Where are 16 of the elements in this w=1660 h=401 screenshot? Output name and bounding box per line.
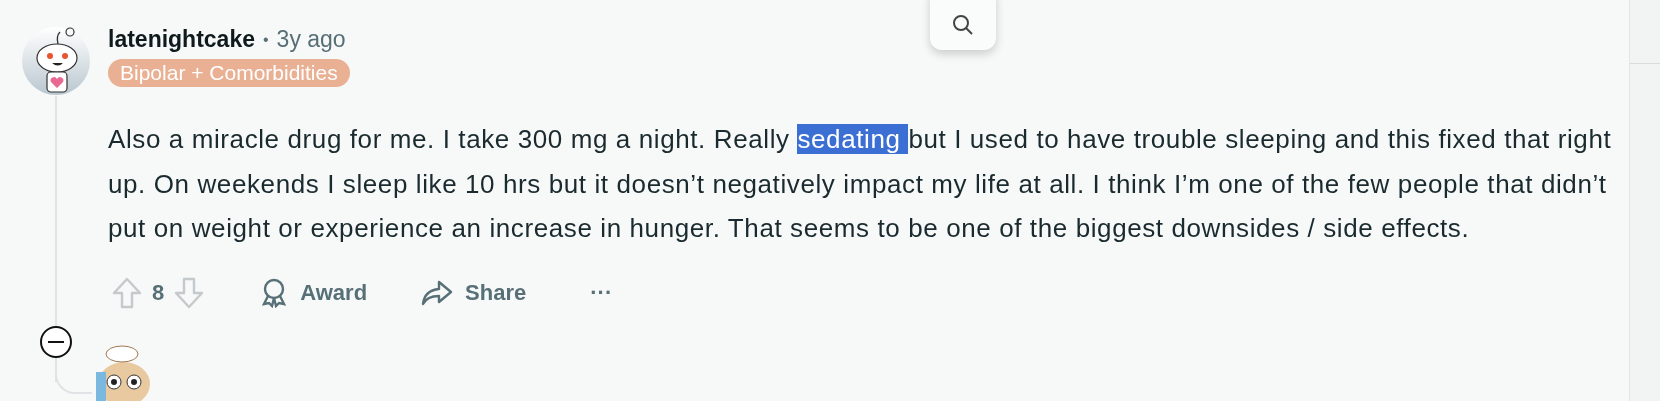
award-button[interactable]: Award	[248, 277, 380, 308]
timestamp: 3y ago	[276, 26, 346, 53]
share-button[interactable]: Share	[409, 279, 539, 306]
search-icon	[952, 13, 974, 36]
search-button[interactable]	[930, 0, 996, 50]
ribbon-icon	[260, 277, 289, 308]
username[interactable]: latenightcake	[108, 26, 255, 53]
vote-count: 8	[152, 279, 165, 306]
minus-icon	[48, 340, 64, 344]
comment-text: Also a miracle drug for me. I take 300 mg a night. Really sedating but I used to have trouble sleeping and this fixed that right up. On weekends I sleep like 10 hrs but it doesn’t negatively impact my life at all. I think I’m one of the few people that didn’t put on weight or experience an increase in hunger. That seems to be one of the biggest downsides / side effects.	[108, 123, 1613, 245]
user-flair: Bipolar + Comorbidities	[108, 59, 350, 87]
separator-dot: •	[263, 30, 269, 49]
share-icon	[421, 279, 454, 306]
collapse-button[interactable]	[40, 326, 72, 358]
more-button[interactable]: ···	[578, 279, 625, 306]
avatar[interactable]	[21, 26, 91, 96]
